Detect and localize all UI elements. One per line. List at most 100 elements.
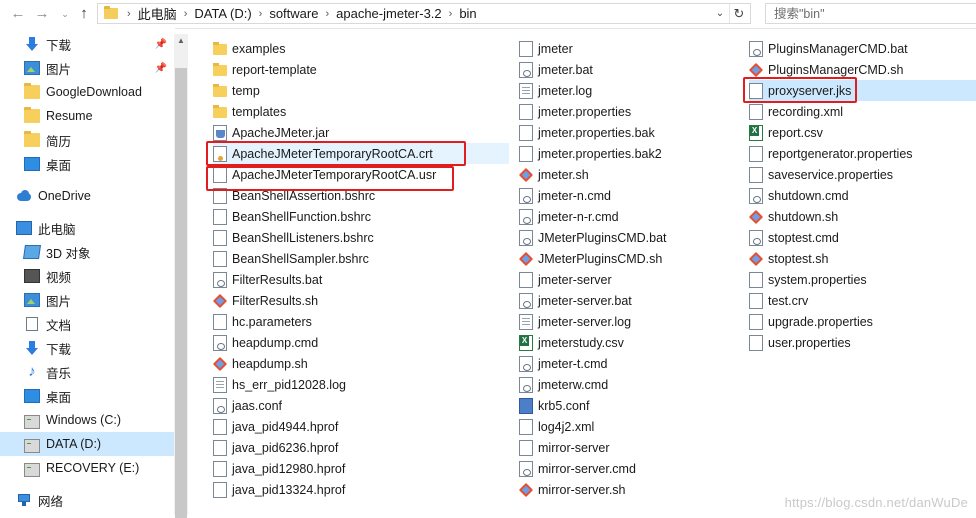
file-item[interactable]: JMeterPluginsCMD.bat — [519, 227, 729, 248]
sidebar-item-pictures[interactable]: 图片 — [0, 288, 174, 312]
breadcrumb-item[interactable]: 此电脑 — [138, 4, 177, 23]
file-item[interactable]: ApacheJMeterTemporaryRootCA.usr — [213, 164, 509, 185]
file-item[interactable]: PluginsManagerCMD.sh — [749, 59, 976, 80]
file-item[interactable]: ApacheJMeter.jar — [213, 122, 509, 143]
breadcrumb-item[interactable]: apache-jmeter-3.2 — [336, 6, 442, 21]
file-item[interactable]: jmeter-server.bat — [519, 290, 729, 311]
file-item[interactable]: jmeter.bat — [519, 59, 729, 80]
sidebar-item-videos[interactable]: 视频 — [0, 264, 174, 288]
file-item[interactable]: java_pid12980.hprof — [213, 458, 509, 479]
scrollbar-thumb[interactable] — [175, 68, 187, 518]
search-box[interactable] — [765, 3, 976, 24]
sidebar-item-drive-c[interactable]: Windows (C:) — [0, 408, 174, 432]
file-item[interactable]: mirror-server.cmd — [519, 458, 729, 479]
file-item[interactable]: report-template — [213, 59, 509, 80]
file-item[interactable]: jmeter-server.log — [519, 311, 729, 332]
forward-arrow-icon[interactable]: → — [32, 4, 52, 24]
file-item[interactable]: log4j2.xml — [519, 416, 729, 437]
file-item[interactable]: BeanShellAssertion.bshrc — [213, 185, 509, 206]
file-item[interactable]: proxyserver.jks — [749, 80, 976, 101]
file-item[interactable]: stoptest.sh — [749, 248, 976, 269]
breadcrumb-separator-icon[interactable]: › — [184, 8, 188, 20]
file-item[interactable]: mirror-server.sh — [519, 479, 729, 500]
file-item[interactable]: BeanShellFunction.bshrc — [213, 206, 509, 227]
sidebar-item-downloads[interactable]: 下载 — [0, 336, 174, 360]
breadcrumb-separator-icon[interactable]: › — [325, 8, 329, 20]
breadcrumb-separator-icon[interactable]: › — [259, 8, 263, 20]
sidebar-item-3d-objects[interactable]: 3D 对象 — [0, 240, 174, 264]
sidebar-item-onedrive[interactable]: OneDrive — [0, 184, 174, 208]
file-item[interactable]: jmeterw.cmd — [519, 374, 729, 395]
file-item[interactable]: BeanShellListeners.bshrc — [213, 227, 509, 248]
file-item[interactable]: system.properties — [749, 269, 976, 290]
file-item[interactable]: recording.xml — [749, 101, 976, 122]
scroll-up-arrow-icon[interactable]: ▲ — [174, 34, 188, 48]
sidebar-item-pictures-pinned[interactable]: 图片 📌 — [0, 56, 174, 80]
breadcrumb-item[interactable]: software — [269, 6, 318, 21]
file-item[interactable]: hc.parameters — [213, 311, 509, 332]
sidebar-item-downloads-pinned[interactable]: 下载 📌 — [0, 32, 174, 56]
address-dropdown-chevron-icon[interactable]: ⌄ — [712, 4, 728, 23]
file-item[interactable]: saveservice.properties — [749, 164, 976, 185]
sidebar-item-drive-e[interactable]: RECOVERY (E:) — [0, 456, 174, 480]
file-item[interactable]: examples — [213, 38, 509, 59]
breadcrumb-item[interactable]: bin — [459, 6, 476, 21]
file-item[interactable]: reportgenerator.properties — [749, 143, 976, 164]
file-item[interactable]: jmeter-t.cmd — [519, 353, 729, 374]
sidebar-item-googledownload[interactable]: GoogleDownload — [0, 80, 174, 104]
file-item[interactable]: jmeter.log — [519, 80, 729, 101]
file-item[interactable]: krb5.conf — [519, 395, 729, 416]
sidebar-item-desktop-pinned[interactable]: 桌面 — [0, 152, 174, 176]
address-bar[interactable]: › 此电脑 › DATA (D:) › software › apache-jm… — [97, 3, 751, 24]
breadcrumb-separator-icon[interactable]: › — [449, 8, 453, 20]
file-item[interactable]: temp — [213, 80, 509, 101]
refresh-icon[interactable]: ↻ — [729, 4, 748, 23]
sidebar-item-resume[interactable]: Resume — [0, 104, 174, 128]
file-item[interactable]: report.csv — [749, 122, 976, 143]
sidebar-item-desktop[interactable]: 桌面 — [0, 384, 174, 408]
file-item[interactable]: jmeter.properties.bak — [519, 122, 729, 143]
file-item[interactable]: JMeterPluginsCMD.sh — [519, 248, 729, 269]
file-item[interactable]: FilterResults.bat — [213, 269, 509, 290]
recent-locations-chevron-icon[interactable]: ⌄ — [55, 4, 75, 24]
file-item[interactable]: ApacheJMeterTemporaryRootCA.crt — [213, 143, 509, 164]
file-item[interactable]: jmeter-n.cmd — [519, 185, 729, 206]
file-item[interactable]: heapdump.cmd — [213, 332, 509, 353]
sidebar-item-this-pc[interactable]: 此电脑 — [0, 216, 174, 240]
sidebar-item-jianli[interactable]: 简历 — [0, 128, 174, 152]
file-item[interactable]: jmeter-server — [519, 269, 729, 290]
file-item[interactable]: upgrade.properties — [749, 311, 976, 332]
back-arrow-icon[interactable]: ← — [8, 4, 28, 24]
file-item[interactable]: jmeterstudy.csv — [519, 332, 729, 353]
file-item[interactable]: user.properties — [749, 332, 976, 353]
sidebar-item-documents[interactable]: 文档 — [0, 312, 174, 336]
file-item[interactable]: hs_err_pid12028.log — [213, 374, 509, 395]
search-input[interactable] — [766, 4, 954, 23]
breadcrumb-item[interactable]: DATA (D:) — [194, 6, 251, 21]
file-item[interactable]: jaas.conf — [213, 395, 509, 416]
file-item[interactable]: jmeter — [519, 38, 729, 59]
file-item[interactable]: BeanShellSampler.bshrc — [213, 248, 509, 269]
breadcrumb-separator-icon[interactable]: › — [127, 8, 131, 20]
file-item[interactable]: test.crv — [749, 290, 976, 311]
file-item[interactable]: stoptest.cmd — [749, 227, 976, 248]
file-item[interactable]: jmeter.sh — [519, 164, 729, 185]
file-item[interactable]: PluginsManagerCMD.bat — [749, 38, 976, 59]
sidebar-item-music[interactable]: ♪ 音乐 — [0, 360, 174, 384]
sidebar-scrollbar[interactable]: ▲ — [174, 34, 188, 518]
file-item[interactable]: heapdump.sh — [213, 353, 509, 374]
sidebar-item-drive-d[interactable]: DATA (D:) — [0, 432, 174, 456]
file-item[interactable]: shutdown.cmd — [749, 185, 976, 206]
pin-icon[interactable]: 📌 — [155, 63, 167, 74]
up-arrow-icon[interactable]: ↑ — [74, 4, 94, 24]
file-item[interactable]: templates — [213, 101, 509, 122]
file-item[interactable]: jmeter-n-r.cmd — [519, 206, 729, 227]
sidebar-item-network[interactable]: 网络 — [0, 488, 174, 512]
file-item[interactable]: java_pid6236.hprof — [213, 437, 509, 458]
file-item[interactable]: FilterResults.sh — [213, 290, 509, 311]
file-item[interactable]: jmeter.properties.bak2 — [519, 143, 729, 164]
file-item[interactable]: java_pid4944.hprof — [213, 416, 509, 437]
file-item[interactable]: shutdown.sh — [749, 206, 976, 227]
pin-icon[interactable]: 📌 — [155, 39, 167, 50]
file-item[interactable]: java_pid13324.hprof — [213, 479, 509, 500]
